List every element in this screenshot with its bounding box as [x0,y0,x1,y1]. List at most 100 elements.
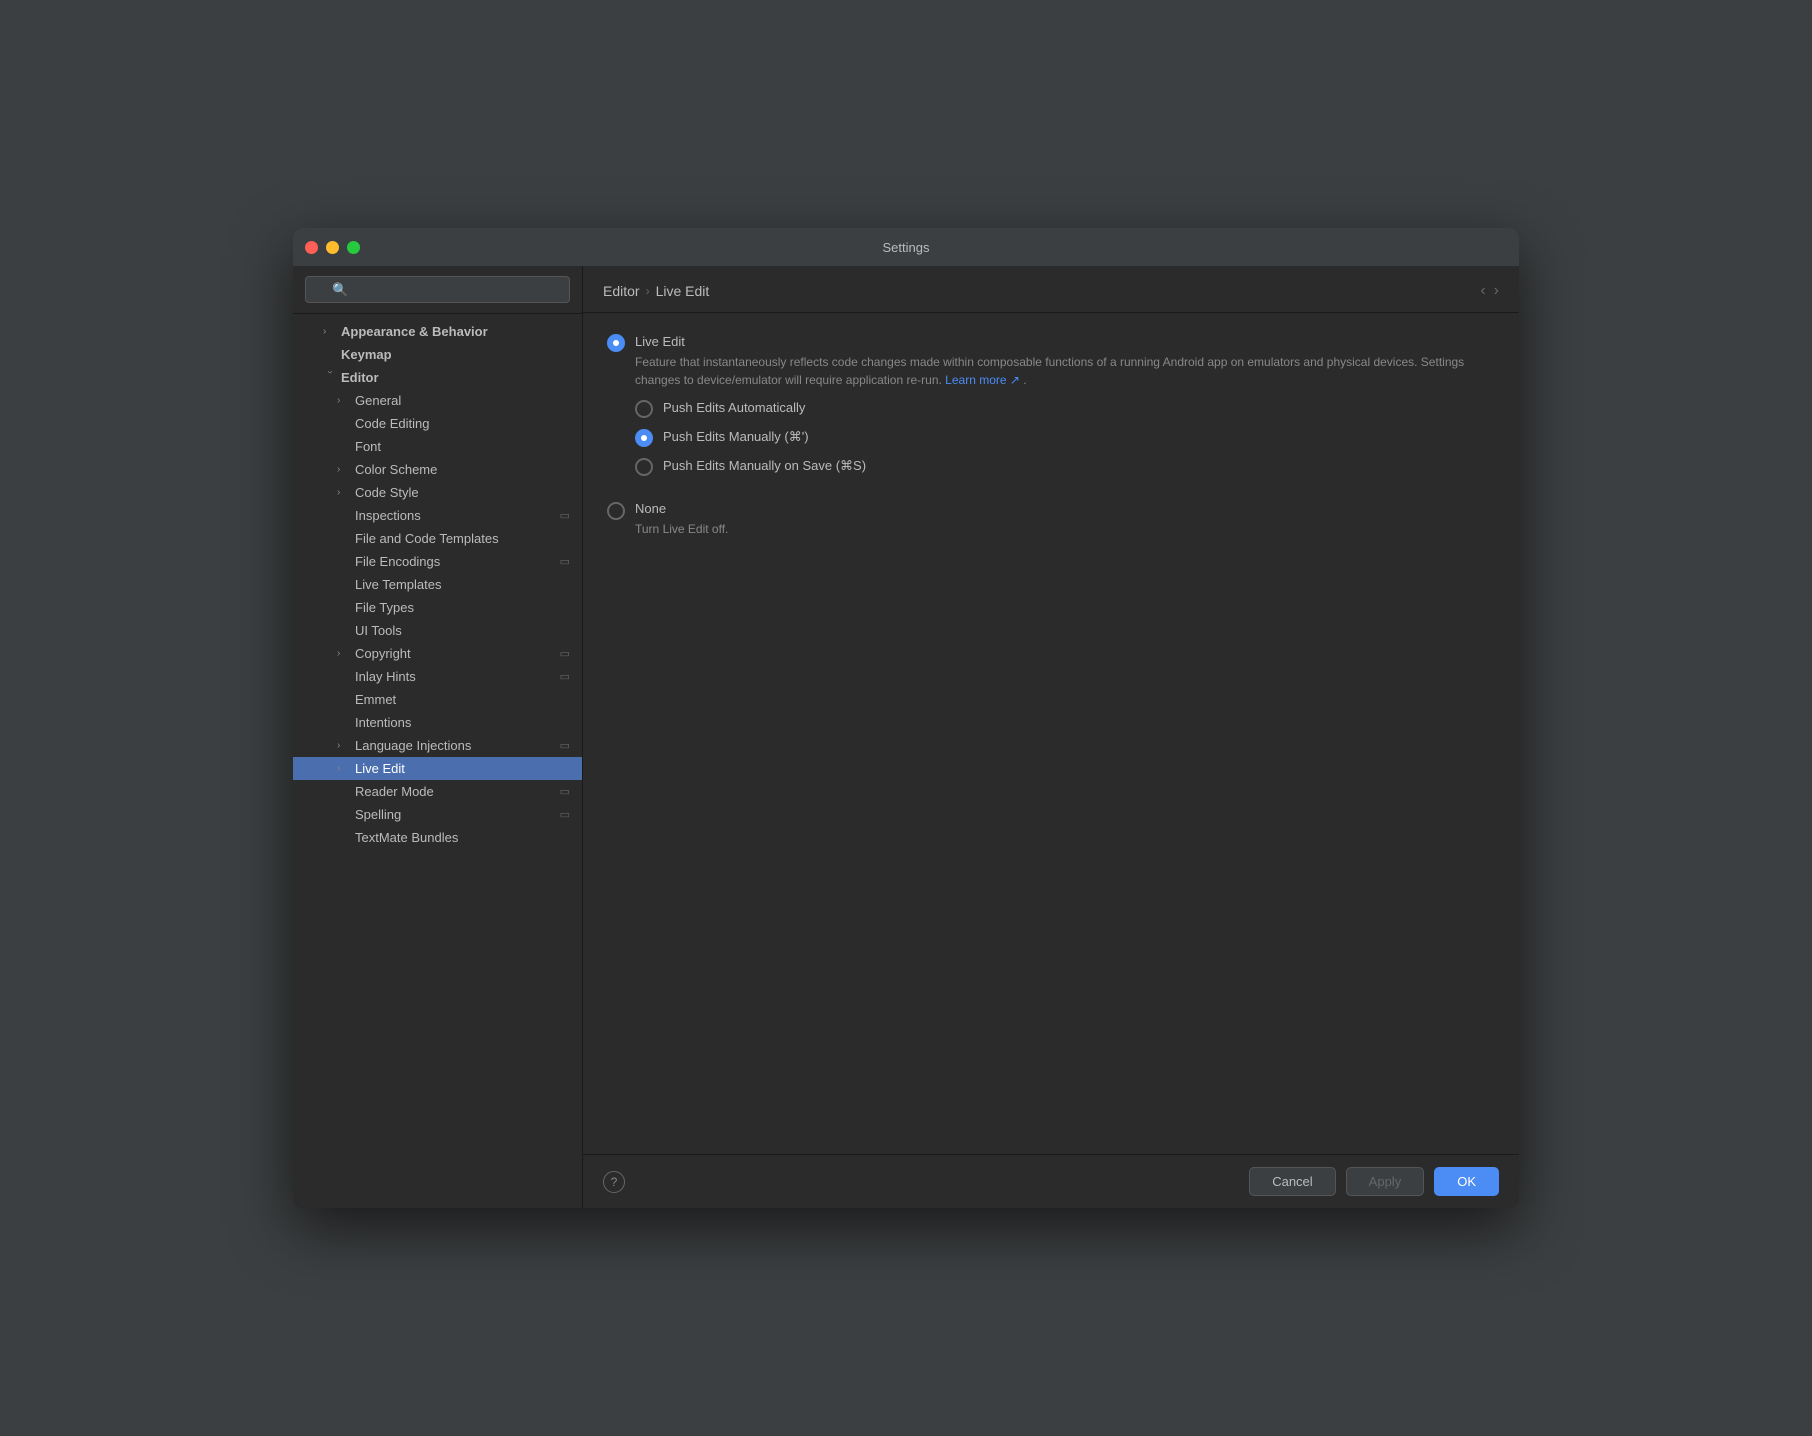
sidebar-item-editor[interactable]: › Editor [293,366,582,389]
apply-button[interactable]: Apply [1346,1167,1425,1196]
content-area: 🔍 › Appearance & Behavior Keymap › [293,266,1519,1208]
sidebar-item-file-types[interactable]: File Types [293,596,582,619]
navigation-arrows: ‹ › [1480,282,1499,300]
none-radio[interactable] [607,502,625,520]
search-wrapper: 🔍 [305,276,570,303]
sidebar-item-label: Color Scheme [355,462,437,477]
sidebar-item-keymap[interactable]: Keymap [293,343,582,366]
arrow-icon: › [337,648,351,659]
sidebar-item-label: Reader Mode [355,784,434,799]
live-edit-radio[interactable] [607,334,625,352]
breadcrumb-separator: › [646,284,650,298]
sidebar: 🔍 › Appearance & Behavior Keymap › [293,266,583,1208]
push-auto-label: Push Edits Automatically [663,399,805,417]
learn-more-link[interactable]: Learn more ↗ [945,373,1020,387]
sidebar-item-label: Code Editing [355,416,429,431]
sidebar-item-label: Live Edit [355,761,405,776]
arrow-icon: › [337,487,351,498]
sidebar-badge: ▭ [560,509,570,522]
breadcrumb-current: Live Edit [656,283,710,299]
sidebar-item-textmate-bundles[interactable]: TextMate Bundles [293,826,582,849]
sidebar-item-label: General [355,393,401,408]
main-content: Live Edit Feature that instantaneously r… [583,313,1519,1154]
live-edit-section: Live Edit Feature that instantaneously r… [607,333,1495,476]
maximize-button[interactable] [347,241,360,254]
push-on-save-radio[interactable] [635,458,653,476]
search-input[interactable] [305,276,570,303]
arrow-icon: › [325,371,336,385]
main-header: Editor › Live Edit ‹ › [583,266,1519,313]
main-panel: Editor › Live Edit ‹ › Live Edit [583,266,1519,1208]
sidebar-item-label: Font [355,439,381,454]
push-on-save-option: Push Edits Manually on Save (⌘S) [635,457,1495,476]
sidebar-item-emmet[interactable]: Emmet [293,688,582,711]
sidebar-item-label: TextMate Bundles [355,830,458,845]
push-on-save-label: Push Edits Manually on Save (⌘S) [663,457,866,475]
sidebar-item-spelling[interactable]: Spelling ▭ [293,803,582,826]
sidebar-item-label: Keymap [341,347,392,362]
sidebar-item-general[interactable]: › General [293,389,582,412]
sidebar-item-code-editing[interactable]: Code Editing [293,412,582,435]
sidebar-item-file-encodings[interactable]: File Encodings ▭ [293,550,582,573]
none-option: None Turn Live Edit off. [607,500,1495,538]
arrow-icon: › [337,740,351,751]
push-auto-option: Push Edits Automatically [635,399,1495,418]
settings-window: Settings 🔍 › Appearance & Behavior Keyma [293,228,1519,1208]
sidebar-item-ui-tools[interactable]: UI Tools [293,619,582,642]
sidebar-badge: ▭ [560,555,570,568]
breadcrumb-parent: Editor [603,283,640,299]
sidebar-item-appearance[interactable]: › Appearance & Behavior [293,320,582,343]
sidebar-item-label: File Encodings [355,554,440,569]
sidebar-badge: ▭ [560,808,570,821]
none-description: Turn Live Edit off. [635,520,728,538]
sidebar-badge: ▭ [560,670,570,683]
arrow-icon: › [337,395,351,406]
help-button[interactable]: ? [603,1171,625,1193]
bottom-bar: ? Cancel Apply OK [583,1154,1519,1208]
sidebar-item-font[interactable]: Font [293,435,582,458]
sidebar-item-live-templates[interactable]: Live Templates [293,573,582,596]
sidebar-item-color-scheme[interactable]: › Color Scheme [293,458,582,481]
sub-options: Push Edits Automatically Push Edits Manu… [635,399,1495,476]
ok-button[interactable]: OK [1434,1167,1499,1196]
sidebar-item-file-code-templates[interactable]: File and Code Templates [293,527,582,550]
forward-button[interactable]: › [1494,282,1499,300]
breadcrumb: Editor › Live Edit [603,283,709,299]
sidebar-item-label: Intentions [355,715,411,730]
push-auto-radio[interactable] [635,400,653,418]
sidebar-item-reader-mode[interactable]: Reader Mode ▭ [293,780,582,803]
live-edit-description: Feature that instantaneously reflects co… [635,353,1495,389]
sidebar-item-copyright[interactable]: › Copyright ▭ [293,642,582,665]
sidebar-item-label: Editor [341,370,379,385]
sidebar-item-intentions[interactable]: Intentions [293,711,582,734]
sidebar-item-label: Copyright [355,646,411,661]
live-edit-option: Live Edit Feature that instantaneously r… [607,333,1495,389]
sidebar-item-label: Inspections [355,508,421,523]
sidebar-item-inspections[interactable]: Inspections ▭ [293,504,582,527]
titlebar: Settings [293,228,1519,266]
sidebar-badge: ▭ [560,647,570,660]
sidebar-item-label: Emmet [355,692,396,707]
none-section: None Turn Live Edit off. [607,500,1495,538]
cancel-button[interactable]: Cancel [1249,1167,1335,1196]
none-option-content: None Turn Live Edit off. [635,500,728,538]
sidebar-item-inlay-hints[interactable]: Inlay Hints ▭ [293,665,582,688]
window-title: Settings [883,240,930,255]
arrow-icon: › [337,763,351,774]
push-manually-radio[interactable] [635,429,653,447]
sidebar-item-label: Live Templates [355,577,441,592]
sidebar-item-code-style[interactable]: › Code Style [293,481,582,504]
back-button[interactable]: ‹ [1480,282,1485,300]
sidebar-item-label: Code Style [355,485,419,500]
sidebar-item-label: File Types [355,600,414,615]
close-button[interactable] [305,241,318,254]
sidebar-item-language-injections[interactable]: › Language Injections ▭ [293,734,582,757]
arrow-icon: › [323,326,337,337]
sidebar-badge: ▭ [560,739,570,752]
push-manually-option: Push Edits Manually (⌘') [635,428,1495,447]
search-container: 🔍 [293,266,582,314]
sidebar-item-live-edit[interactable]: › Live Edit [293,757,582,780]
sidebar-badge: ▭ [560,785,570,798]
sidebar-item-label: Language Injections [355,738,471,753]
minimize-button[interactable] [326,241,339,254]
